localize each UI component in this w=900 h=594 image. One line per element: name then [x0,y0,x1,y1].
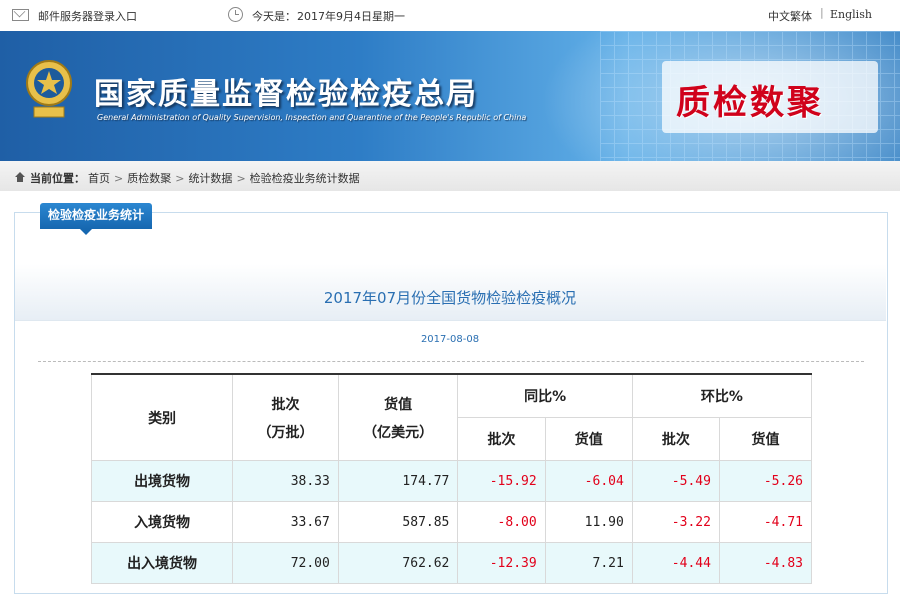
header-category: 类别 [90,373,234,461]
top-bar: 邮件服务器登录入口 今天是： 2017年9月4日星期一 中文繁体 | Engli… [0,0,900,31]
breadcrumb-arrow: > [114,172,124,185]
row-mom-value: -4.83 [718,542,813,584]
header-batches: 批次 （万批） [232,373,339,461]
breadcrumb: 当前位置： 首页 > 质检数聚 > 统计数据 > 检验检疫业务统计数据 [0,161,900,191]
breadcrumb-statistics[interactable]: 统计数据 [188,172,232,185]
row-value: 174.77 [337,460,459,502]
row-yoy-value: 7.21 [544,542,633,584]
breadcrumb-home[interactable]: 首页 [88,172,110,185]
header-yoy-value: 货值 [544,417,633,461]
lang-separator: | [820,6,824,19]
row-yoy-value: -6.04 [544,460,633,502]
row-value: 587.85 [337,501,459,543]
header-mom-value: 货值 [718,417,813,461]
header-value: 货值 （亿美元） [337,373,459,461]
table-row: 出境货物 38.33 174.77 -15.92 -6.04 -5.49 -5.… [90,460,813,502]
document-date: 2017-08-08 [420,334,480,345]
row-mom-value: -4.71 [718,501,813,543]
row-batches: 38.33 [232,460,339,502]
header-value-label: 货值 [384,396,413,413]
breadcrumb-current[interactable]: 检验检疫业务统计数据 [250,172,360,185]
header-batches-label: 批次 [271,396,300,413]
lang-traditional-link[interactable]: 中文繁体 [768,8,812,24]
date-value: 2017年9月4日星期一 [297,10,405,23]
mail-login-link[interactable]: 邮件服务器登录入口 [38,8,137,24]
date-label: 今天是： [252,10,296,23]
header-mom-batches: 批次 [631,417,720,461]
lang-english-link[interactable]: English [830,8,872,21]
header-value-unit: （亿美元） [363,424,434,441]
breadcrumb-items: 首页 > 质检数聚 > 统计数据 > 检验检疫业务统计数据 [88,170,360,186]
mail-icon [12,9,29,21]
header-mom: 环比% [631,373,813,418]
row-batches: 72.00 [232,542,339,584]
row-category: 出境货物 [90,460,234,502]
breadcrumb-arrow: > [175,172,185,185]
row-category: 入境货物 [90,501,234,543]
row-yoy-batches: -15.92 [457,460,546,502]
agency-name-en: General Administration of Quality Superv… [97,113,527,122]
breadcrumb-label: 当前位置： [30,172,85,185]
row-mom-batches: -4.44 [631,542,720,584]
row-mom-batches: -3.22 [631,501,720,543]
header-yoy-batches: 批次 [457,417,546,461]
document-title: 2017年07月份全国货物检验检疫概况 [323,289,577,307]
breadcrumb-data-hub[interactable]: 质检数聚 [127,172,171,185]
location-icon [15,172,25,182]
table-row: 入境货物 33.67 587.85 -8.00 11.90 -3.22 -4.7… [90,501,813,543]
header-yoy: 同比% [457,373,633,418]
row-yoy-batches: -12.39 [457,542,546,584]
clock-icon [228,7,243,22]
row-category: 出入境货物 [90,542,234,584]
row-yoy-batches: -8.00 [457,501,546,543]
emblem-icon[interactable] [24,55,74,125]
section-tab[interactable]: 检验检疫业务统计 [40,203,153,235]
row-batches: 33.67 [232,501,339,543]
row-value: 762.62 [337,542,459,584]
agency-name: 国家质量监督检验检疫总局 [94,77,478,112]
divider [38,361,864,362]
table-row: 出入境货物 72.00 762.62 -12.39 7.21 -4.44 -4.… [90,542,813,584]
row-mom-value: -5.26 [718,460,813,502]
brand-title: 质检数聚 [676,83,824,123]
row-yoy-value: 11.90 [544,501,633,543]
site-banner: 国家质量监督检验检疫总局 General Administration of Q… [0,31,900,161]
header-batches-unit: （万批） [257,424,314,441]
breadcrumb-arrow: > [236,172,246,185]
stats-table: 类别 批次 （万批） 货值 （亿美元） 同比% 环比% 批次 货值 批次 货值 … [90,373,813,584]
row-mom-batches: -5.49 [631,460,720,502]
